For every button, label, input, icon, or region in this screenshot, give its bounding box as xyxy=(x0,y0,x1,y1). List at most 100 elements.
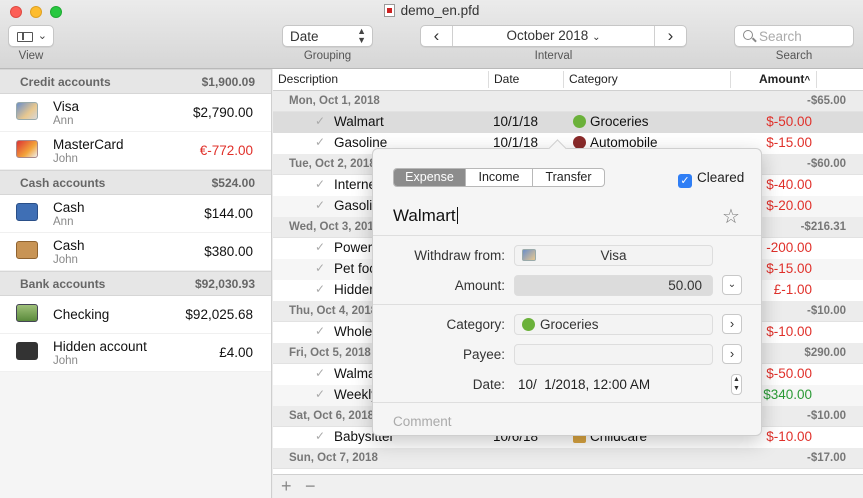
payee-chevron-button[interactable]: › xyxy=(722,344,742,364)
column-header-description[interactable]: Description xyxy=(278,72,338,86)
next-interval-button[interactable]: › xyxy=(654,26,686,46)
remove-transaction-button[interactable]: − xyxy=(305,476,316,497)
row-amount: $-15.00 xyxy=(766,261,812,276)
day-label: Fri, Oct 5, 2018 xyxy=(289,347,371,359)
day-total: -$10.00 xyxy=(806,305,846,317)
favorite-star-icon[interactable]: ☆ xyxy=(722,204,740,229)
cleared-checkbox[interactable]: ✓ Cleared xyxy=(678,170,744,188)
checkmark-icon[interactable]: ✓ xyxy=(315,324,325,338)
amount-header-label: Amount xyxy=(759,72,805,86)
window-title-text: demo_en.pfd xyxy=(400,3,480,18)
account-balance: $92,025.68 xyxy=(185,307,253,322)
divider xyxy=(373,402,761,403)
table-header: Description Date Category Amount^ xyxy=(273,69,863,91)
amount-label: Amount: xyxy=(454,278,505,293)
add-transaction-button[interactable]: + xyxy=(281,476,292,497)
checkmark-icon[interactable]: ✓ xyxy=(315,387,325,401)
tab-income[interactable]: Income xyxy=(466,169,533,186)
tab-expense[interactable]: Expense xyxy=(394,169,466,186)
sort-ascending-icon: ^ xyxy=(804,75,811,86)
section-name: Credit accounts xyxy=(20,75,111,89)
wallet-icon xyxy=(16,203,38,221)
grouping-select[interactable]: Date ▲ ▼ xyxy=(282,25,373,47)
updown-icon: ▲ ▼ xyxy=(357,26,366,45)
transaction-editor-popover: Expense Income Transfer ✓ Cleared Walmart… xyxy=(372,148,762,436)
row-amount: $-50.00 xyxy=(766,114,812,129)
column-divider[interactable] xyxy=(730,71,731,88)
column-header-date[interactable]: Date xyxy=(494,72,519,86)
grouping-label: Grouping xyxy=(303,50,352,62)
checkmark-icon[interactable]: ✓ xyxy=(315,282,325,296)
day-label: Thu, Oct 4, 2018 xyxy=(289,305,378,317)
tab-transfer[interactable]: Transfer xyxy=(533,169,604,186)
category-select[interactable]: Groceries xyxy=(514,314,713,335)
amount-value: 50.00 xyxy=(668,278,702,293)
column-divider[interactable] xyxy=(488,71,489,88)
box-icon xyxy=(16,241,38,259)
withdraw-from-select[interactable]: Visa xyxy=(514,245,713,266)
previous-interval-button[interactable]: ‹ xyxy=(421,26,453,46)
checkmark-icon[interactable]: ✓ xyxy=(315,114,325,128)
category-value: Groceries xyxy=(540,317,599,332)
search-input[interactable]: Search xyxy=(734,25,854,47)
section-header-bank[interactable]: Bank accounts $92,030.93 xyxy=(0,271,271,296)
row-date: 10/1/18 xyxy=(493,114,539,129)
checkmark-icon[interactable]: ✓ xyxy=(315,261,325,275)
chevron-down-icon: ⌄ xyxy=(37,30,47,42)
date-stepper[interactable]: ▲ ▼ xyxy=(731,374,742,395)
view-button[interactable]: ⌄ xyxy=(8,25,54,47)
section-name: Cash accounts xyxy=(20,176,106,190)
account-mastercard[interactable]: MasterCard John €-772.00 xyxy=(0,132,271,170)
column-divider[interactable] xyxy=(816,71,817,88)
account-name: Cash xyxy=(53,238,85,253)
column-header-amount[interactable]: Amount^ xyxy=(759,72,810,86)
checkmark-icon[interactable]: ✓ xyxy=(315,429,325,443)
withdraw-from-label: Withdraw from: xyxy=(414,248,505,263)
table-row[interactable]: ✓ Walmart 10/1/18 Groceries $-50.00 xyxy=(273,112,863,133)
account-name: Visa xyxy=(53,99,80,114)
account-cash-ann[interactable]: Cash Ann $144.00 xyxy=(0,195,271,233)
amount-options-button[interactable]: ⌄ xyxy=(722,275,742,295)
checkmark-icon[interactable]: ✓ xyxy=(315,177,325,191)
sidebar-layout-icon xyxy=(17,32,33,42)
date-label: Date: xyxy=(472,377,505,392)
column-header-category[interactable]: Category xyxy=(569,72,618,86)
account-hidden[interactable]: Hidden account John £4.00 xyxy=(0,334,271,372)
day-label: Sun, Oct 7, 2018 xyxy=(289,452,378,464)
checkbook-icon xyxy=(16,304,38,322)
checkmark-icon[interactable]: ✓ xyxy=(315,135,325,149)
interval-select[interactable]: October 2018 ⌄ xyxy=(453,26,654,46)
title-bar: demo_en.pfd ⌄ View Date ▲ ▼ Grouping ‹ Oc… xyxy=(0,0,863,69)
row-amount: $-50.00 xyxy=(766,366,812,381)
category-chevron-button[interactable]: › xyxy=(722,314,742,334)
date-input[interactable]: 10/ 1/2018, 12:00 AM xyxy=(518,377,650,392)
account-balance: $2,790.00 xyxy=(192,105,253,120)
checkbox-checked-icon: ✓ xyxy=(678,174,692,188)
row-description: Whole xyxy=(334,324,373,339)
section-name: Bank accounts xyxy=(20,277,106,291)
day-total: $290.00 xyxy=(804,347,846,359)
row-amount: $340.00 xyxy=(763,387,812,402)
checkmark-icon[interactable]: ✓ xyxy=(315,240,325,254)
day-total: -$216.31 xyxy=(800,221,846,233)
section-header-cash[interactable]: Cash accounts $524.00 xyxy=(0,170,271,195)
account-visa[interactable]: Visa Ann $2,790.00 xyxy=(0,94,271,132)
account-cash-john[interactable]: Cash John $380.00 xyxy=(0,233,271,271)
row-amount: £-1.00 xyxy=(773,282,812,297)
comment-field[interactable]: Comment xyxy=(393,414,452,429)
checkmark-icon[interactable]: ✓ xyxy=(315,366,325,380)
row-description: Power xyxy=(334,240,373,255)
apple-icon xyxy=(573,115,586,128)
account-name: Checking xyxy=(53,307,110,322)
account-checking[interactable]: Checking $92,025.68 xyxy=(0,296,271,334)
payee-input[interactable] xyxy=(514,344,713,365)
section-header-credit[interactable]: Credit accounts $1,900.09 xyxy=(0,69,271,94)
day-total: -$60.00 xyxy=(806,158,846,170)
divider xyxy=(373,304,761,305)
credit-card-icon xyxy=(16,102,38,120)
payee-title-field[interactable]: Walmart xyxy=(393,206,458,226)
checkmark-icon[interactable]: ✓ xyxy=(315,198,325,212)
row-amount: -200.00 xyxy=(766,240,812,255)
amount-input[interactable]: 50.00 xyxy=(514,275,713,296)
column-divider[interactable] xyxy=(563,71,564,88)
